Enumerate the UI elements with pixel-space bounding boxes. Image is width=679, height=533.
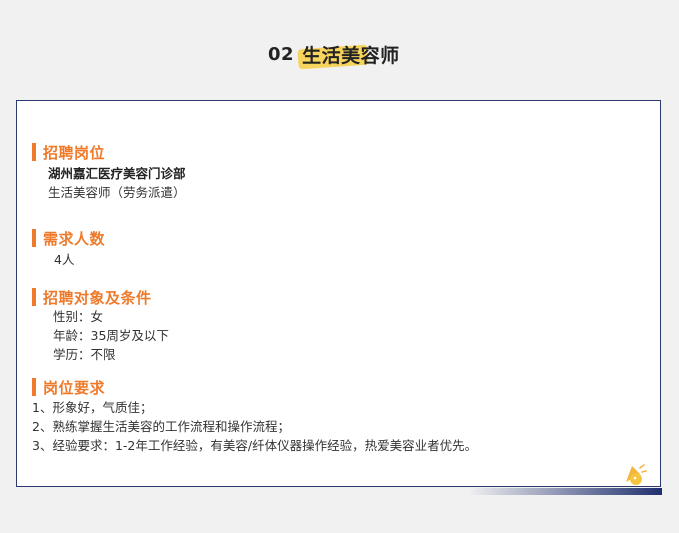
role-name: 生活美容师（劳务派遣） xyxy=(48,185,186,200)
condition-item: 年龄：35周岁及以下 xyxy=(53,328,169,343)
condition-item: 性别：女 xyxy=(53,309,104,324)
company-name: 湖州嘉汇医疗美容门诊部 xyxy=(48,166,186,181)
section-title: 招聘对象及条件 xyxy=(43,288,152,307)
section-title: 岗位要求 xyxy=(43,378,106,397)
megaphone-mascot-icon xyxy=(626,464,647,485)
section-position: 招聘岗位 湖州嘉汇医疗美容门诊部 生活美容师（劳务派遣） xyxy=(32,142,186,202)
requirement-item: 1、形象好，气质佳； xyxy=(32,400,153,415)
section-marker xyxy=(32,378,36,396)
section-heading: 招聘对象及条件 xyxy=(32,287,169,307)
section-marker xyxy=(32,288,36,306)
section-requirements: 岗位要求 xyxy=(32,377,105,397)
section-title: 需求人数 xyxy=(43,229,106,248)
requirement-item: 2、熟练掌握生活美容的工作流程和操作流程； xyxy=(32,419,290,434)
requirements-list: 1、形象好，气质佳； 2、熟练掌握生活美容的工作流程和操作流程； 3、经验要求：… xyxy=(32,398,477,455)
headcount-value: 4人 xyxy=(54,252,75,267)
section-headcount: 需求人数 4人 xyxy=(32,228,105,269)
section-heading: 岗位要求 xyxy=(32,377,105,397)
section-marker xyxy=(32,229,36,247)
section-marker xyxy=(32,143,36,161)
page-header: 02 生活美容师 xyxy=(0,0,679,100)
title-number: 02 xyxy=(268,43,295,65)
title-text: 生活美容师 xyxy=(302,44,400,67)
card-corner-decoration xyxy=(468,488,662,495)
title-label-wrap: 生活美容师 xyxy=(297,41,400,69)
section-heading: 需求人数 xyxy=(32,228,105,248)
requirement-item: 3、经验要求：1-2年工作经验，有美容/纤体仪器操作经验，热爱美容业者优先。 xyxy=(32,438,478,453)
section-conditions: 招聘对象及条件 性别：女 年龄：35周岁及以下 学历：不限 xyxy=(32,287,169,364)
section-heading: 招聘岗位 xyxy=(32,142,186,162)
page-title: 02 生活美容师 xyxy=(268,40,400,69)
condition-item: 学历：不限 xyxy=(53,347,116,362)
section-title: 招聘岗位 xyxy=(43,143,106,162)
